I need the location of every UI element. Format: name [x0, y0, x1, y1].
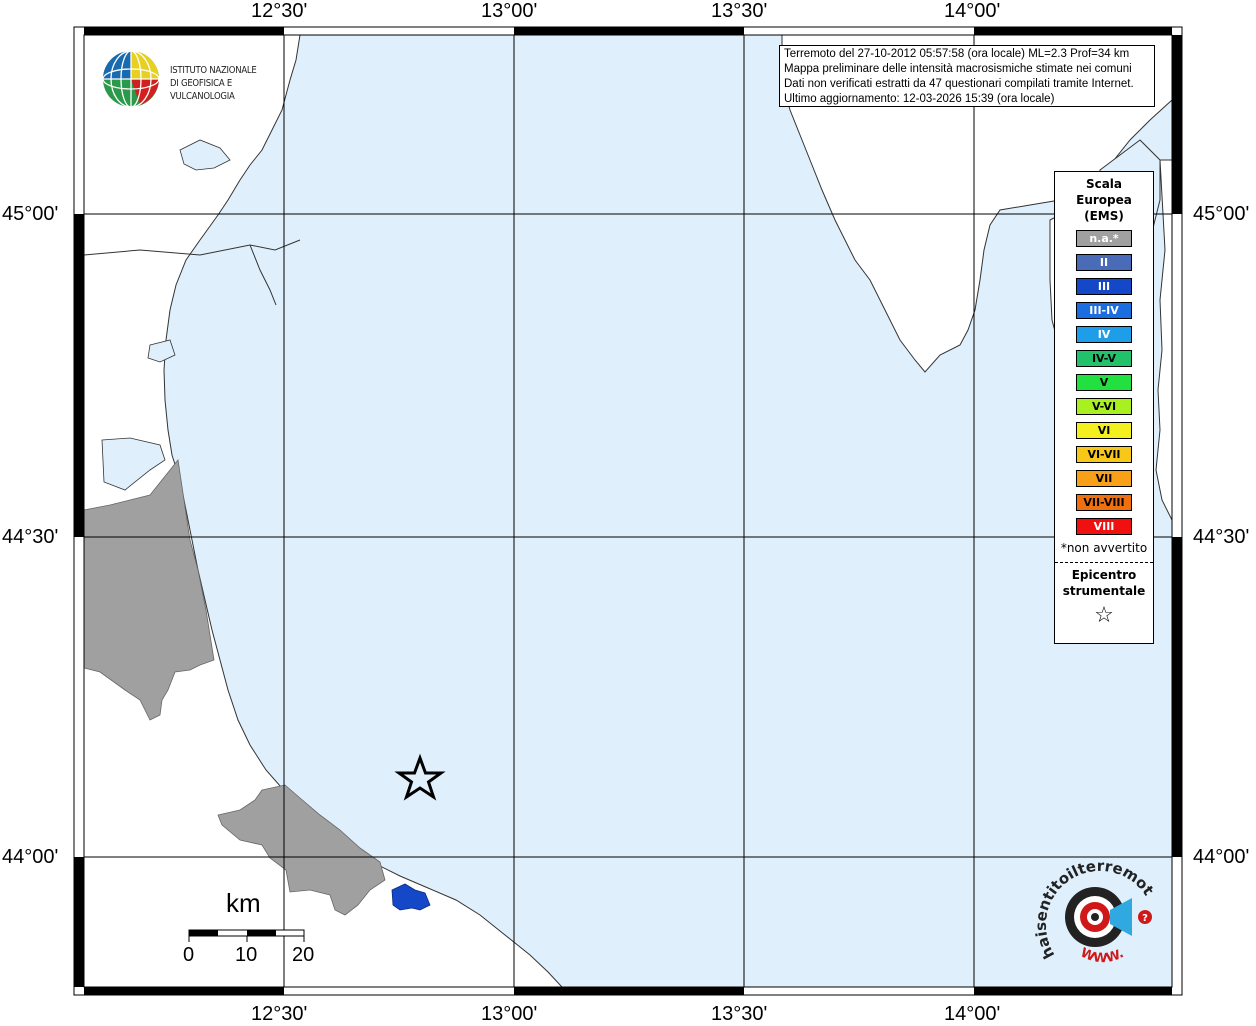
- legend-item-8: VI: [1076, 422, 1132, 439]
- lon-tick-top-2: 13°00': [481, 0, 538, 22]
- lon-tick-top-3: 13°30': [711, 0, 768, 22]
- scale-label-20: 20: [292, 944, 315, 966]
- lon-tick-top-1: 12°30': [251, 0, 308, 22]
- legend-title: Scala Europea (EMS): [1055, 176, 1153, 224]
- info-line-2: Mappa preliminare delle intensità macros…: [784, 63, 1132, 75]
- info-line-4: Ultimo aggiornamento: 12-03-2026 15:39 (…: [784, 93, 1055, 105]
- ingv-line2: DI GEOFISICA E VULCANOLOGIA: [170, 78, 235, 102]
- haisentito-www: WWW.: [1078, 946, 1126, 967]
- globe-icon: [102, 50, 160, 108]
- lat-tick-left-3: 44°00': [2, 846, 59, 868]
- lat-tick-right-1: 45°00': [1193, 203, 1250, 225]
- legend-item-11: VII-VIII: [1076, 494, 1132, 511]
- intensity-legend: Scala Europea (EMS) n.a.* II III III-IV IV IV…: [1054, 171, 1154, 644]
- legend-item-5: IV-V: [1076, 350, 1132, 367]
- legend-item-1: II: [1076, 254, 1132, 271]
- legend-item-7: V-VI: [1076, 398, 1132, 415]
- legend-divider: [1055, 562, 1153, 563]
- legend-title-line2: Europea: [1076, 193, 1132, 207]
- legend-epi-line1: Epicentro: [1071, 568, 1137, 582]
- legend-item-9: VI-VII: [1076, 446, 1132, 463]
- haisentito-logo: ? haisentitoilterremoto.it WWW.: [1025, 846, 1170, 980]
- info-line-1: Terremoto del 27-10-2012 05:57:58 (ora l…: [784, 48, 1130, 60]
- ingv-logo: ISTITUTO NAZIONALE DI GEOFISICA E VULCAN…: [100, 48, 310, 110]
- info-line-3: Dati non verificati estratti da 47 quest…: [784, 78, 1134, 90]
- legend-item-12: VIII: [1076, 518, 1132, 535]
- lat-tick-left-1: 45°00': [2, 203, 59, 225]
- legend-epi-line2: strumentale: [1062, 584, 1146, 598]
- legend-title-line1: Scala: [1085, 177, 1123, 191]
- lat-tick-right-2: 44°30': [1193, 526, 1250, 548]
- scale-label-10: 10: [235, 944, 258, 966]
- lat-tick-left-2: 44°30': [2, 526, 59, 548]
- scale-unit: km: [226, 888, 261, 918]
- event-info-box: Terremoto del 27-10-2012 05:57:58 (ora l…: [779, 45, 1155, 107]
- svg-text:?: ?: [1142, 913, 1148, 924]
- lat-tick-right-3: 44°00': [1193, 846, 1250, 868]
- ingv-logo-text: ISTITUTO NAZIONALE DI GEOFISICA E VULCAN…: [170, 64, 289, 103]
- legend-items: n.a.* II III III-IV IV IV-V V V-VI VI VI-VII VII VI…: [1055, 230, 1153, 535]
- lon-tick-bottom-4: 14°00': [944, 1003, 1001, 1025]
- legend-item-6: V: [1076, 374, 1132, 391]
- legend-item-3: III-IV: [1076, 302, 1132, 319]
- legend-title-line3: (EMS): [1084, 209, 1124, 223]
- ingv-line1: ISTITUTO NAZIONALE: [170, 65, 257, 76]
- legend-epicenter-label: Epicentro strumentale: [1055, 567, 1153, 599]
- star-icon: ☆: [1094, 603, 1114, 628]
- legend-item-0: n.a.*: [1076, 230, 1132, 247]
- scale-label-0: 0: [183, 944, 195, 966]
- legend-item-2: III: [1076, 278, 1132, 295]
- lon-tick-bottom-1: 12°30': [251, 1003, 308, 1025]
- lon-tick-bottom-3: 13°30': [711, 1003, 768, 1025]
- lon-tick-bottom-2: 13°00': [481, 1003, 538, 1025]
- lon-tick-top-4: 14°00': [944, 0, 1001, 22]
- legend-note: *non avvertito: [1060, 541, 1148, 555]
- legend-item-4: IV: [1076, 326, 1132, 343]
- legend-item-10: VII: [1076, 470, 1132, 487]
